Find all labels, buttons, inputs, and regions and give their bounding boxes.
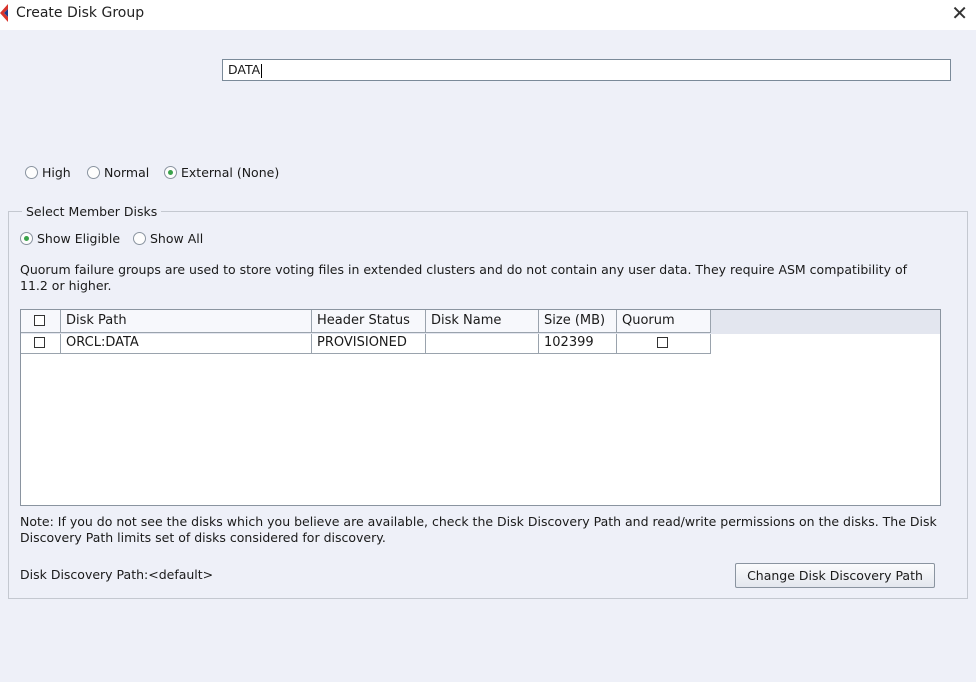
disk-table: Disk Path Header Status Disk Name Size (… [20, 309, 941, 506]
redundancy-external-label: External (None) [181, 165, 280, 180]
discovery-note-text: Note: If you do not see the disks which … [20, 514, 937, 545]
radio-icon[interactable] [25, 166, 38, 179]
disk-path-cell[interactable]: ORCL:DATA [61, 334, 312, 354]
column-header-disk-name[interactable]: Disk Name [426, 310, 539, 333]
row-select-checkbox[interactable] [34, 337, 45, 348]
table-header-row: Disk Path Header Status Disk Name Size (… [21, 310, 940, 334]
column-header-disk-path[interactable]: Disk Path [61, 310, 312, 333]
title-bar: Create Disk Group ✕ [0, 0, 976, 30]
select-all-checkbox[interactable] [34, 315, 45, 326]
show-eligible-label: Show Eligible [37, 231, 121, 246]
quorum-checkbox[interactable] [657, 337, 668, 348]
redundancy-external-option[interactable]: External (None) [164, 165, 279, 180]
size-cell[interactable]: 102399 [539, 334, 617, 354]
window-title: Create Disk Group [16, 5, 145, 21]
radio-selected-icon[interactable] [164, 166, 177, 179]
quorum-info-text: Quorum failure groups are used to store … [20, 262, 908, 293]
header-status-cell[interactable]: PROVISIONED [312, 334, 426, 354]
text-caret [261, 63, 263, 78]
radio-selected-icon[interactable] [20, 232, 33, 245]
show-eligible-option[interactable]: Show Eligible [20, 231, 120, 246]
radio-icon[interactable] [87, 166, 100, 179]
change-discovery-path-button[interactable]: Change Disk Discovery Path [735, 563, 935, 588]
disk-name-cell[interactable] [426, 334, 539, 354]
redundancy-high-label: High [42, 165, 71, 180]
member-disks-legend: Select Member Disks [22, 204, 162, 219]
show-all-option[interactable]: Show All [133, 231, 203, 246]
app-logo-icon [0, 4, 8, 22]
table-row[interactable]: ORCL:DATA PROVISIONED 102399 [21, 334, 711, 354]
select-all-checkbox-cell [21, 310, 61, 333]
close-icon[interactable]: ✕ [951, 2, 968, 24]
redundancy-normal-label: Normal [104, 165, 150, 180]
disk-group-name-value: DATA [228, 62, 261, 77]
column-header-header-status[interactable]: Header Status [312, 310, 426, 333]
quorum-cell [617, 334, 711, 354]
disk-group-name-input[interactable]: DATA [222, 59, 951, 81]
row-select-cell [21, 334, 61, 354]
radio-icon[interactable] [133, 232, 146, 245]
column-header-size[interactable]: Size (MB) [539, 310, 617, 333]
column-header-quorum[interactable]: Quorum [617, 310, 711, 333]
redundancy-high-option[interactable]: High [25, 165, 71, 180]
discovery-path-label: Disk Discovery Path:<default> [20, 567, 214, 582]
show-all-label: Show All [150, 231, 204, 246]
redundancy-normal-option[interactable]: Normal [87, 165, 149, 180]
